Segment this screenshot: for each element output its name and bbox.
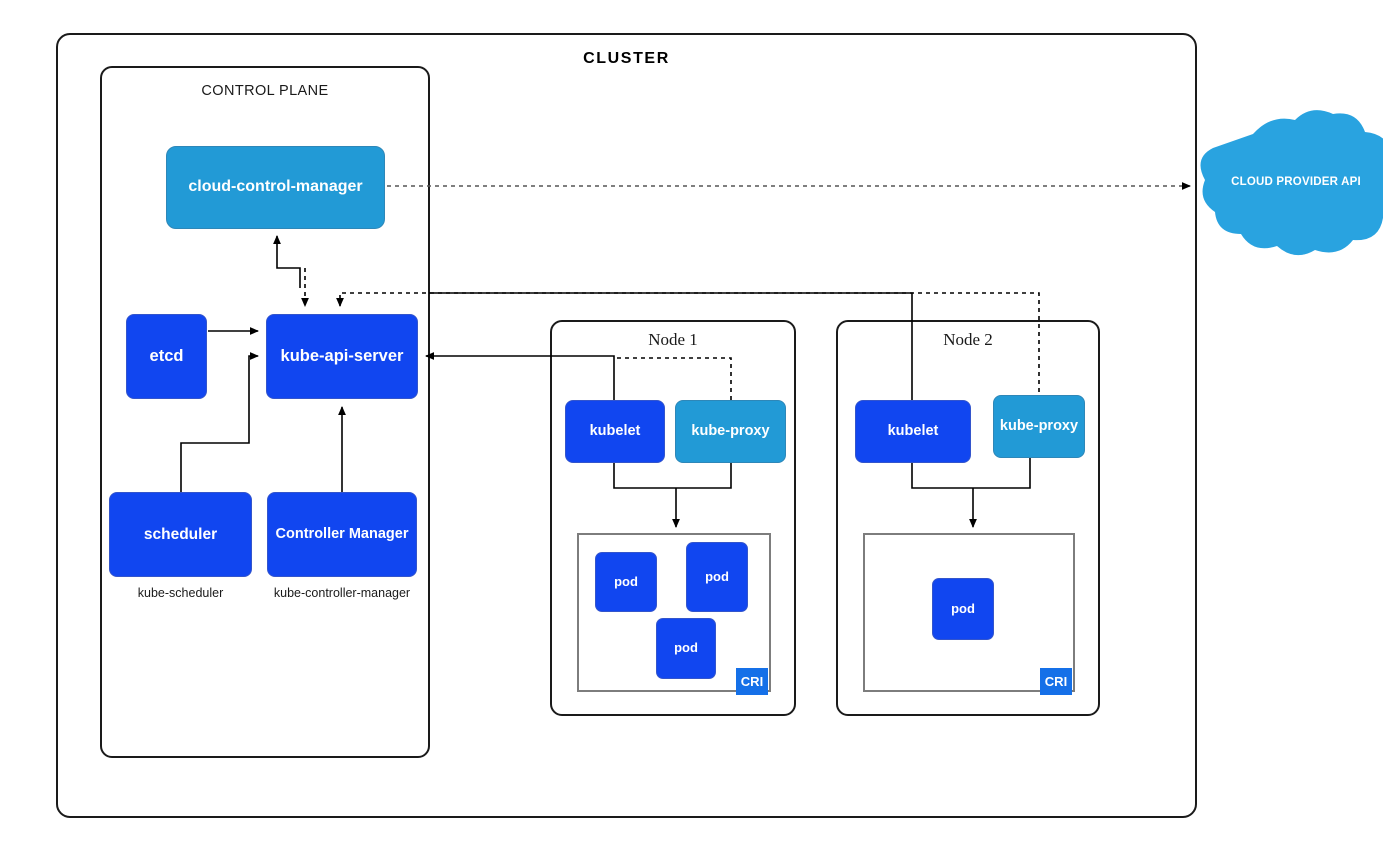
controller-manager-box[interactable]: Controller Manager [267, 492, 417, 577]
control-plane-title: CONTROL PLANE [100, 83, 430, 99]
node-1-pod-1[interactable]: pod [595, 552, 657, 612]
cloud-control-manager-box[interactable]: cloud-control-manager [166, 146, 385, 229]
cloud-provider-api-label: CLOUD PROVIDER API [1213, 176, 1379, 188]
node-1-kubelet-box[interactable]: kubelet [565, 400, 665, 463]
node-1-pod-3[interactable]: pod [656, 618, 716, 679]
node-2-kube-proxy-box[interactable]: kube-proxy [993, 395, 1085, 458]
node-1-pod-2[interactable]: pod [686, 542, 748, 612]
etcd-box[interactable]: etcd [126, 314, 207, 399]
node-2-pod-1[interactable]: pod [932, 578, 994, 640]
kube-scheduler-caption: kube-scheduler [99, 586, 262, 600]
kube-controller-manager-caption: kube-controller-manager [257, 586, 427, 600]
node-1-kube-proxy-box[interactable]: kube-proxy [675, 400, 786, 463]
node-2-kubelet-box[interactable]: kubelet [855, 400, 971, 463]
scheduler-box[interactable]: scheduler [109, 492, 252, 577]
kube-api-server-box[interactable]: kube-api-server [266, 314, 418, 399]
cluster-title: CLUSTER [0, 50, 1253, 68]
diagram-canvas: CLUSTER CONTROL PLANE Node 1 Node 2 clou… [0, 0, 1383, 845]
node-1-cri-badge: CRI [736, 668, 768, 695]
node-2-cri-badge: CRI [1040, 668, 1072, 695]
node-1-title: Node 1 [550, 330, 796, 350]
node-2-title: Node 2 [836, 330, 1100, 350]
